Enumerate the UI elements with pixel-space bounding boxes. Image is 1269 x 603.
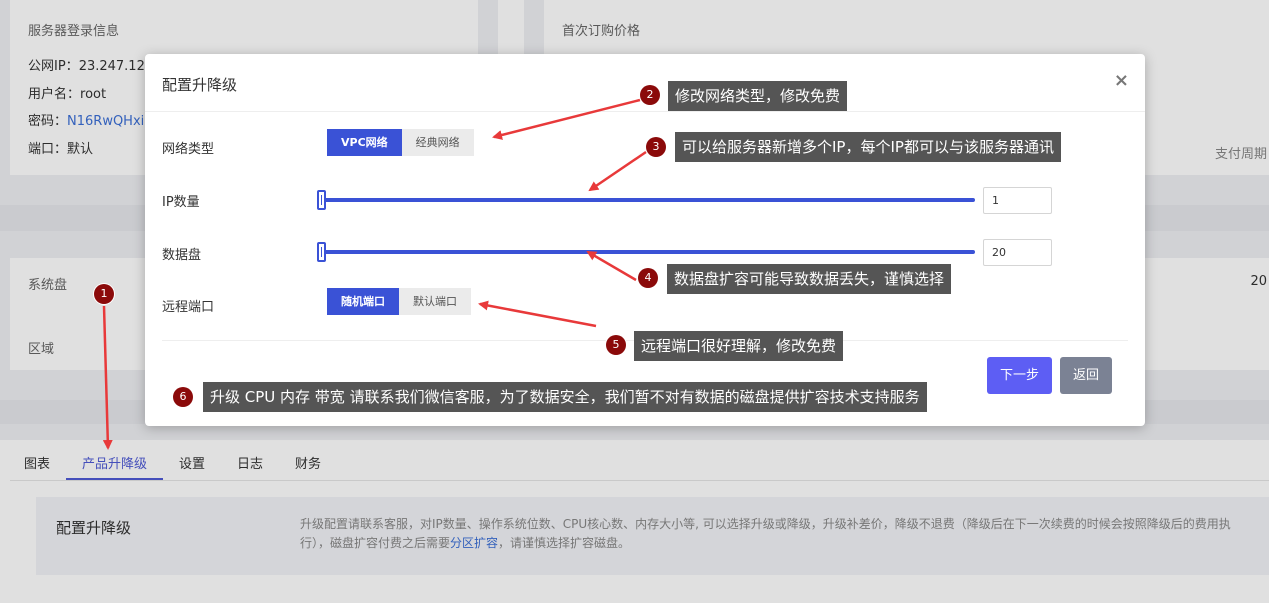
network-type-label: 网络类型 [162, 142, 215, 157]
annotation-badge-1: 1 [94, 284, 114, 304]
ip-count-slider[interactable] [317, 190, 975, 210]
annotation-badge-2: 2 [640, 85, 660, 105]
upgrade-modal: 配置升降级 × 网络类型 VPC网络 经典网络 IP数量 1 数据盘 20 远程… [145, 54, 1145, 426]
modal-title: 配置升降级 [162, 76, 238, 94]
annotation-badge-3: 3 [646, 137, 666, 157]
random-port-option[interactable]: 随机端口 [327, 288, 399, 315]
annotation-badge-5: 5 [606, 335, 626, 355]
ip-count-slider-track [317, 198, 975, 202]
remote-port-label: 远程端口 [162, 300, 215, 315]
annotation-badge-6: 6 [173, 387, 193, 407]
next-step-button[interactable]: 下一步 [987, 357, 1052, 394]
data-disk-input[interactable]: 20 [983, 239, 1052, 266]
data-disk-label: 数据盘 [162, 248, 202, 263]
network-type-selector: VPC网络 经典网络 [327, 129, 474, 156]
ip-count-input[interactable]: 1 [983, 187, 1052, 214]
annotation-text-2: 修改网络类型，修改免费 [668, 81, 848, 111]
annotation-text-6: 升级 CPU 内存 带宽 请联系我们微信客服，为了数据安全，我们暂不对有数据的磁… [203, 382, 927, 412]
data-disk-slider[interactable] [317, 242, 975, 262]
data-disk-slider-track [317, 250, 975, 254]
annotation-text-5: 远程端口很好理解，修改免费 [634, 331, 844, 361]
ip-count-slider-handle[interactable] [317, 190, 326, 210]
vpc-network-option[interactable]: VPC网络 [327, 129, 402, 156]
annotation-text-4: 数据盘扩容可能导致数据丢失，谨慎选择 [667, 264, 952, 294]
annotation-badge-4: 4 [638, 268, 658, 288]
ip-count-label: IP数量 [162, 195, 200, 210]
classic-network-option[interactable]: 经典网络 [401, 129, 474, 156]
back-button[interactable]: 返回 [1060, 357, 1112, 394]
close-icon[interactable]: × [1114, 70, 1129, 91]
annotation-text-3: 可以给服务器新增多个IP，每个IP都可以与该服务器通讯 [675, 132, 1061, 162]
data-disk-slider-handle[interactable] [317, 242, 326, 262]
default-port-option[interactable]: 默认端口 [399, 288, 471, 315]
remote-port-selector: 随机端口 默认端口 [327, 288, 471, 315]
